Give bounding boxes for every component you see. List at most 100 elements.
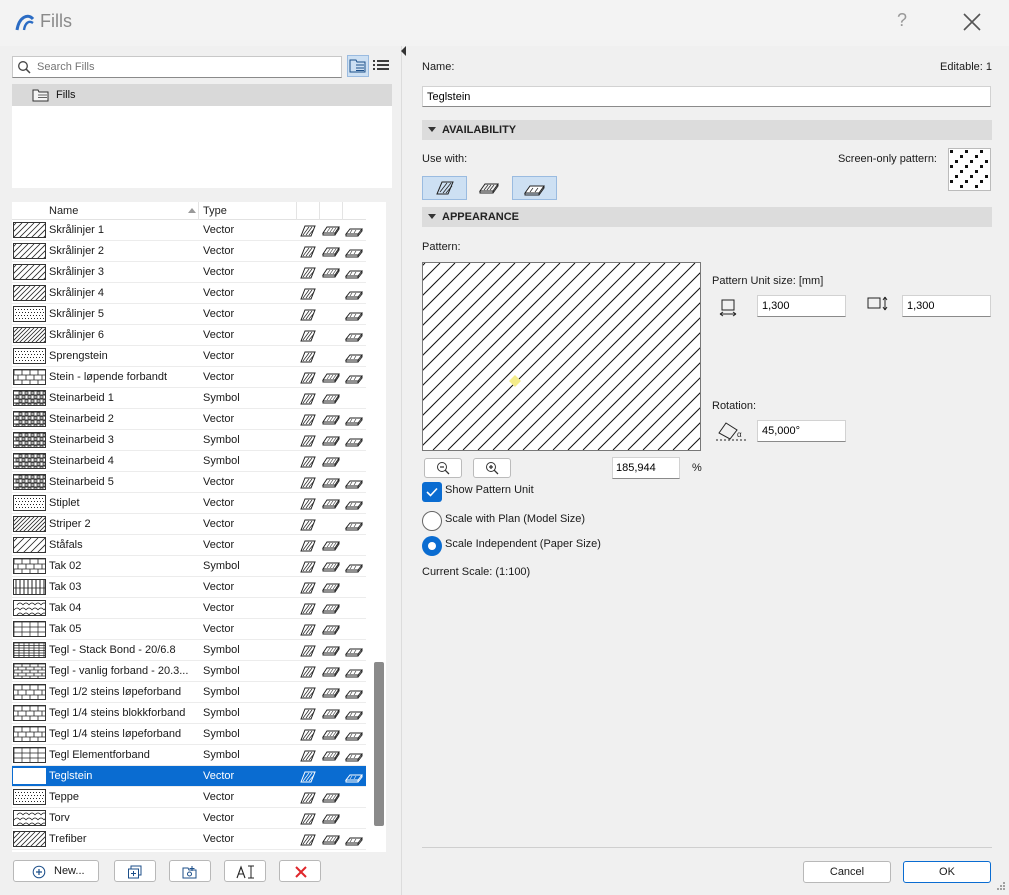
zoom-percent-input[interactable] [612,457,680,479]
scale-with-plan-radio[interactable] [422,511,442,531]
fill-row[interactable]: Steinarbeid 4 Symbol [12,451,366,472]
fill-row[interactable]: Steinarbeid 5 Vector [12,472,366,493]
fill-row[interactable]: Stein - løpende forbandt Vector [12,367,366,388]
fill-row[interactable]: Steinarbeid 3 Symbol [12,430,366,451]
scale-independent-label[interactable]: Scale Independent (Paper Size) [445,538,601,550]
ok-button[interactable]: OK [903,861,991,883]
scale-with-plan-label[interactable]: Scale with Plan (Model Size) [445,513,585,525]
fill-swatch [13,621,46,637]
resize-grip-icon[interactable] [992,880,1006,892]
fill-type: Vector [203,812,235,824]
collapse-arrow-icon[interactable] [401,46,406,56]
fill-row[interactable]: Steinarbeid 1 Symbol [12,388,366,409]
cut-fill-icon [300,498,316,510]
fill-row[interactable]: Tegl 1/4 steins løpeforband Symbol [12,724,366,745]
fill-pattern-swatch [14,412,45,426]
search-field[interactable] [12,56,342,78]
cut-fill-icon [300,330,316,342]
fill-type: Vector [203,245,235,257]
fill-row[interactable]: Tak 04 Vector [12,598,366,619]
cancel-button[interactable]: Cancel [803,861,891,883]
fill-row[interactable]: Tegl - vanlig forband - 20.3... Symbol [12,661,366,682]
fill-row[interactable]: Ståfals Vector [12,535,366,556]
unit-height-input[interactable] [902,295,991,317]
fill-row[interactable]: Teppe Vector [12,787,366,808]
fill-row[interactable]: Stiplet Vector [12,493,366,514]
cut-fill-icon [300,267,316,279]
new-fill-button[interactable]: New... [13,860,99,882]
cover-fill-icon [322,688,340,698]
availability-section-header[interactable]: AVAILABILITY [422,120,992,140]
fill-name: Tegl - vanlig forband - 20.3... [49,665,189,677]
column-header-name[interactable]: Name [49,205,78,217]
fill-row[interactable]: Tak 03 Vector [12,577,366,598]
fill-name: Skrålinjer 2 [49,245,105,257]
rotation-input[interactable] [757,420,846,442]
fill-pattern-swatch [14,370,45,384]
fill-pattern-swatch [14,517,45,531]
delete-fill-button[interactable] [279,860,321,882]
fill-row[interactable]: Trefiber Vector [12,829,366,850]
fill-row[interactable]: Skrålinjer 1 Vector [12,220,366,241]
help-button[interactable]: ? [890,10,914,31]
list-view-button[interactable] [371,56,391,76]
show-pattern-unit-label[interactable]: Show Pattern Unit [445,484,534,496]
import-fill-button[interactable] [169,860,211,882]
fill-pattern-swatch [14,538,45,552]
column-header-type[interactable]: Type [203,205,227,217]
fill-row[interactable]: Skrålinjer 3 Vector [12,262,366,283]
fill-row[interactable]: Tak 02 Symbol [12,556,366,577]
zoom-in-button[interactable] [473,458,511,478]
show-pattern-unit-checkbox[interactable] [422,482,442,502]
rename-fill-button[interactable] [224,860,266,882]
fill-row[interactable]: Steinarbeid 2 Vector [12,409,366,430]
cut-fill-icon [300,225,316,237]
duplicate-fill-button[interactable] [114,860,156,882]
zoom-out-button[interactable] [424,458,462,478]
fill-type: Vector [203,518,235,530]
list-scrollbar[interactable] [374,662,384,826]
fill-type: Vector [203,581,235,593]
search-input[interactable] [35,58,335,76]
fill-row[interactable]: Tegl Elementforband Symbol [12,745,366,766]
fill-row[interactable]: Skrålinjer 5 Vector [12,304,366,325]
drafting-fill-icon [345,375,363,384]
fill-pattern-swatch [14,454,45,468]
close-icon[interactable] [958,8,986,36]
pattern-origin-marker-icon[interactable] [509,375,521,387]
cut-fill-icon [300,582,316,594]
fill-row[interactable]: Skrålinjer 6 Vector [12,325,366,346]
tree-view-button[interactable] [347,55,369,77]
fill-swatch [13,558,46,574]
fill-row[interactable]: Sprengstein Vector [12,346,366,367]
cut-fill-icon [300,666,316,678]
fill-pattern-swatch [14,622,45,636]
fill-row[interactable]: Skrålinjer 4 Vector [12,283,366,304]
fill-swatch [13,474,46,490]
fill-type: Symbol [203,560,240,572]
screen-only-pattern-swatch[interactable] [948,148,993,193]
fill-swatch [13,684,46,700]
fill-row[interactable]: Tegl 1/2 steins løpeforband Symbol [12,682,366,703]
bitmap-pattern-preview [950,150,993,193]
fill-row[interactable]: Striper 2 Vector [12,514,366,535]
unit-width-input[interactable] [757,295,846,317]
fill-row[interactable]: Torv Vector [12,808,366,829]
fill-row[interactable]: Tegl - Stack Bond - 20/6.8 Symbol [12,640,366,661]
fill-row[interactable]: Skrålinjer 2 Vector [12,241,366,262]
fill-row[interactable]: Tak 05 Vector [12,619,366,640]
pattern-preview[interactable] [422,262,701,451]
use-with-cover-fills-toggle[interactable] [467,176,512,200]
use-with-drafting-fills-toggle[interactable] [512,176,557,200]
fill-row[interactable]: Teglstein Vector [12,766,366,787]
fill-row[interactable]: Tegl 1/4 steins blokkforband Symbol [12,703,366,724]
tree-item-fills[interactable]: Fills [12,84,392,106]
appearance-section-header[interactable]: APPEARANCE [422,207,992,227]
cut-fill-icon [300,834,316,846]
fill-type: Symbol [203,434,240,446]
use-with-cut-fills-toggle[interactable] [422,176,467,200]
plus-circle-icon [32,865,46,879]
fill-name-input[interactable] [422,86,991,107]
fill-name: Tak 02 [49,560,82,572]
scale-independent-radio[interactable] [422,536,442,556]
